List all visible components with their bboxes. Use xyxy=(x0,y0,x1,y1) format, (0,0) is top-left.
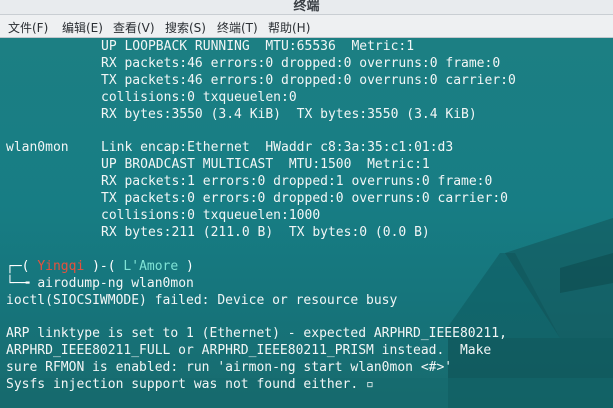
wlan-line-3: RX packets:1 errors:0 dropped:1 overruns… xyxy=(101,174,493,189)
menu-bar: 文件(F) 编辑(E) 查看(V) 搜索(S) 终端(T) 帮助(H) xyxy=(0,15,613,38)
lo-line-3: TX packets:46 errors:0 dropped:0 overrun… xyxy=(101,73,516,88)
wlan-line-4: TX packets:0 errors:0 dropped:0 overruns… xyxy=(101,191,508,206)
menu-help[interactable]: 帮助(H) xyxy=(268,19,310,36)
wlan-line-1: Link encap:Ethernet HWaddr c8:3a:35:c1:0… xyxy=(101,140,454,155)
wlan-line-6: RX bytes:211 (211.0 B) TX bytes:0 (0.0 B… xyxy=(101,225,430,240)
lo-line-1: UP LOOPBACK RUNNING MTU:65536 Metric:1 xyxy=(101,39,415,54)
menu-file[interactable]: 文件(F) xyxy=(8,19,48,36)
menu-view[interactable]: 查看(V) xyxy=(113,19,155,36)
window-title: 终端 xyxy=(293,0,320,14)
lo-line-2: RX packets:46 errors:0 dropped:0 overrun… xyxy=(101,56,501,71)
menu-edit[interactable]: 编辑(E) xyxy=(62,19,103,36)
terminal-window: 终端 文件(F) 编辑(E) 查看(V) 搜索(S) 终端(T) 帮助(H) U… xyxy=(0,0,613,408)
prompt-line: ┌─( Yingqi )-( L'Amore ) xyxy=(6,259,194,274)
title-bar[interactable]: 终端 xyxy=(0,0,613,15)
output-line-4: ARPHRD_IEEE80211_FULL or ARPHRD_IEEE8021… xyxy=(6,343,492,358)
terminal-cursor: ▫ xyxy=(358,377,374,392)
lo-line-5: RX bytes:3550 (3.4 KiB) TX bytes:3550 (3… xyxy=(101,107,477,122)
menu-terminal[interactable]: 终端(T) xyxy=(217,19,258,36)
lo-line-4: collisions:0 txqueuelen:0 xyxy=(101,90,297,105)
prompt-host: L'Amore xyxy=(123,259,179,274)
wlan-line-5: collisions:0 txqueuelen:1000 xyxy=(101,208,321,223)
menu-search[interactable]: 搜索(S) xyxy=(165,19,206,36)
terminal-area[interactable]: UP LOOPBACK RUNNING MTU:65536 Metric:1 R… xyxy=(0,38,613,408)
command-text: airodump-ng wlan0mon xyxy=(37,276,194,291)
output-line-6: Sysfs injection support was not found ei… xyxy=(6,377,374,392)
interface-name: wlan0mon xyxy=(6,140,69,155)
output-line-1: ioctl(SIOCSIWMODE) failed: Device or res… xyxy=(6,293,398,308)
wlan-line-2: UP BROADCAST MULTICAST MTU:1500 Metric:1 xyxy=(101,157,430,172)
prompt-user: Yingqi xyxy=(37,259,85,274)
output-line-3: ARP linktype is set to 1 (Ethernet) - ex… xyxy=(6,326,507,341)
output-line-5: sure RFMON is enabled: run 'airmon-ng st… xyxy=(6,360,453,375)
command-line: └─╼ airodump-ng wlan0mon xyxy=(6,276,194,291)
